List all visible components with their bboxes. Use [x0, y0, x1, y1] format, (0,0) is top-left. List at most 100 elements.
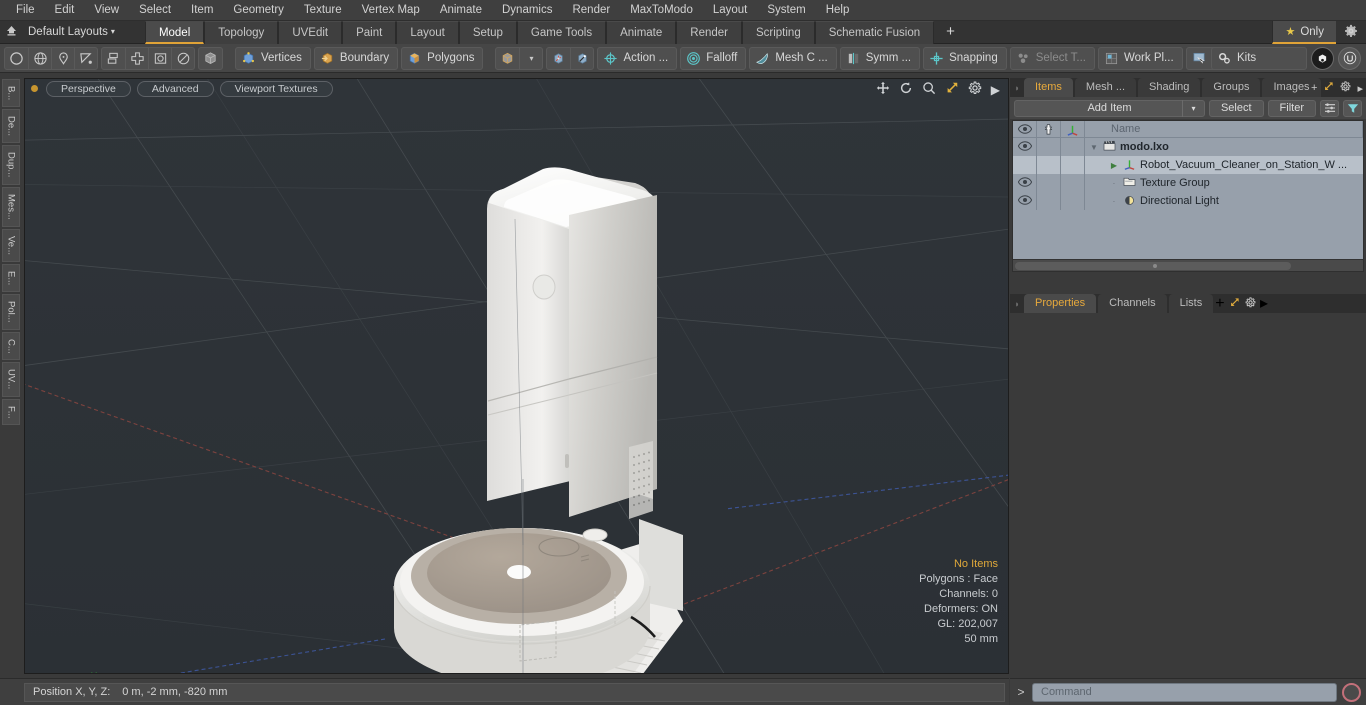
left-tab-duplicate[interactable]: Dup...: [2, 145, 20, 185]
left-tab-uv[interactable]: UV...: [2, 362, 20, 397]
add-item-button[interactable]: Add Item ▾: [1014, 99, 1205, 117]
tab-channels[interactable]: Channels: [1098, 294, 1167, 313]
pen-icon[interactable]: [51, 47, 74, 69]
row-visibility-toggle[interactable]: [1013, 174, 1037, 192]
tab-layout[interactable]: Layout: [396, 20, 459, 44]
tab-model[interactable]: Model: [144, 20, 205, 44]
expand-icon[interactable]: [1229, 295, 1244, 312]
menu-item-select[interactable]: Select: [129, 2, 181, 18]
center-pivot-icon[interactable]: [547, 48, 570, 69]
menu-item-system[interactable]: System: [757, 2, 815, 18]
work-plane-tool[interactable]: Work Pl...: [1098, 46, 1183, 70]
menu-item-dynamics[interactable]: Dynamics: [492, 2, 562, 18]
cube-solid-icon[interactable]: [199, 48, 222, 69]
properties-panel-body[interactable]: [1010, 313, 1366, 674]
tab-animate[interactable]: Animate: [606, 20, 677, 44]
layout-selector[interactable]: Default Layouts ▾: [22, 26, 123, 38]
zoom-icon[interactable]: [922, 81, 936, 98]
arrow-icon[interactable]: ▸: [1260, 295, 1268, 312]
select-through-tool[interactable]: Select T...: [1009, 46, 1096, 70]
sort-icon[interactable]: [1320, 99, 1339, 117]
left-tab-edge[interactable]: E...: [2, 263, 20, 292]
tab-mesh[interactable]: Mesh ...: [1074, 78, 1137, 97]
gear-icon[interactable]: [968, 81, 982, 98]
record-circle-icon[interactable]: [1342, 682, 1361, 702]
row-axis-cell[interactable]: [1061, 156, 1085, 174]
selection-mode-boundary[interactable]: Boundary: [313, 46, 399, 70]
menu-item-render[interactable]: Render: [562, 2, 620, 18]
viewport-projection-button[interactable]: Perspective: [46, 80, 131, 97]
tree-item-mesh[interactable]: ▶ Robot_Vacuum_Cleaner_on_Station_W ...: [1085, 158, 1363, 173]
left-tab-mesh[interactable]: Mes...: [2, 186, 20, 227]
menu-item-texture[interactable]: Texture: [294, 2, 352, 18]
add-tab-button[interactable]: +: [1311, 82, 1317, 94]
rotate-icon[interactable]: [899, 81, 913, 98]
twirl-down-icon[interactable]: ▼: [1089, 143, 1099, 152]
row-lock-cell[interactable]: [1037, 138, 1061, 156]
table-row[interactable]: ▶ Robot_Vacuum_Cleaner_on_Station_W ...: [1013, 156, 1363, 174]
menu-item-file[interactable]: File: [6, 2, 45, 18]
circle-icon[interactable]: [5, 48, 28, 69]
home-up-icon[interactable]: [0, 25, 22, 39]
tab-groups[interactable]: Groups: [1202, 78, 1261, 97]
row-lock-cell[interactable]: [1037, 192, 1061, 210]
only-toggle-button[interactable]: ★ Only: [1272, 21, 1336, 44]
selection-mode-polygons[interactable]: Polygons: [401, 46, 484, 70]
row-lock-cell[interactable]: [1037, 156, 1061, 174]
tab-topology[interactable]: Topology: [204, 20, 279, 44]
tree-item-scene[interactable]: ▼ modo.lxo: [1085, 140, 1363, 154]
tree-item-texture-group[interactable]: · Texture Group: [1085, 176, 1363, 190]
tab-scripting[interactable]: Scripting: [741, 20, 815, 44]
row-axis-cell[interactable]: [1061, 192, 1085, 210]
item-tree[interactable]: Name ▼ modo.lxo ▶ Robot_Vacuum_Cleaner_o…: [1012, 120, 1364, 272]
add-tab-button[interactable]: +: [1215, 295, 1224, 312]
filter-button[interactable]: Filter: [1267, 99, 1316, 117]
add-tab-button[interactable]: +: [934, 21, 967, 44]
array-icon[interactable]: [125, 47, 148, 69]
row-visibility-toggle[interactable]: [1013, 156, 1037, 174]
gear-icon[interactable]: [1340, 81, 1351, 95]
arrow-icon[interactable]: ▸: [1357, 82, 1363, 95]
tab-shading[interactable]: Shading: [1138, 78, 1201, 97]
tab-setup[interactable]: Setup: [458, 20, 517, 44]
twirl-right-icon[interactable]: ▶: [1109, 161, 1119, 170]
row-visibility-toggle[interactable]: [1013, 192, 1037, 210]
move-icon[interactable]: [876, 81, 890, 98]
left-tab-basic[interactable]: B...: [2, 79, 20, 108]
left-tab-fusion[interactable]: F...: [2, 398, 20, 426]
tab-properties[interactable]: Properties: [1024, 294, 1097, 313]
action-center-tool[interactable]: Action ...: [597, 46, 678, 70]
menu-item-layout[interactable]: Layout: [703, 2, 758, 18]
chevron-down-icon[interactable]: ▾: [1181, 99, 1204, 117]
viewport-shading-button[interactable]: Advanced: [136, 80, 214, 97]
tree-item-directional-light[interactable]: · Directional Light: [1085, 194, 1363, 209]
menu-item-vertex-map[interactable]: Vertex Map: [352, 2, 430, 18]
menu-item-maxtomodo[interactable]: MaxToModo: [620, 2, 703, 18]
row-axis-cell[interactable]: [1061, 174, 1085, 192]
chevron-down-icon[interactable]: ▾: [519, 47, 542, 69]
table-row[interactable]: · Texture Group: [1013, 174, 1363, 192]
tab-lists[interactable]: Lists: [1168, 294, 1214, 313]
menu-item-help[interactable]: Help: [816, 2, 860, 18]
falloff-tool[interactable]: Falloff: [680, 46, 747, 70]
panel-drag-dot[interactable]: ◗: [1010, 80, 1024, 97]
kits-button[interactable]: Kits: [1211, 46, 1307, 70]
tab-render[interactable]: Render: [676, 20, 742, 44]
mirror-icon[interactable]: [102, 48, 125, 69]
snapping-tool[interactable]: Snapping: [923, 46, 1007, 70]
item-tree-scrollbar[interactable]: [1013, 259, 1363, 271]
viewport-textures-button[interactable]: Viewport Textures: [219, 80, 333, 97]
arrow-icon[interactable]: ▶: [991, 83, 1000, 97]
tab-game-tools[interactable]: Game Tools: [516, 20, 607, 44]
row-lock-cell[interactable]: [1037, 174, 1061, 192]
modo-bob-icon[interactable]: [1311, 46, 1334, 70]
bevel-icon[interactable]: [148, 47, 171, 69]
row-axis-cell[interactable]: [1061, 138, 1085, 156]
panel-drag-dot[interactable]: ◗: [1010, 296, 1024, 313]
unreal-icon[interactable]: [1338, 46, 1361, 70]
tab-schematic-fusion[interactable]: Schematic Fusion: [814, 20, 935, 44]
left-tab-curve[interactable]: C...: [2, 331, 20, 361]
command-input[interactable]: Command: [1032, 682, 1337, 702]
menu-item-item[interactable]: Item: [181, 2, 223, 18]
menu-item-view[interactable]: View: [84, 2, 129, 18]
